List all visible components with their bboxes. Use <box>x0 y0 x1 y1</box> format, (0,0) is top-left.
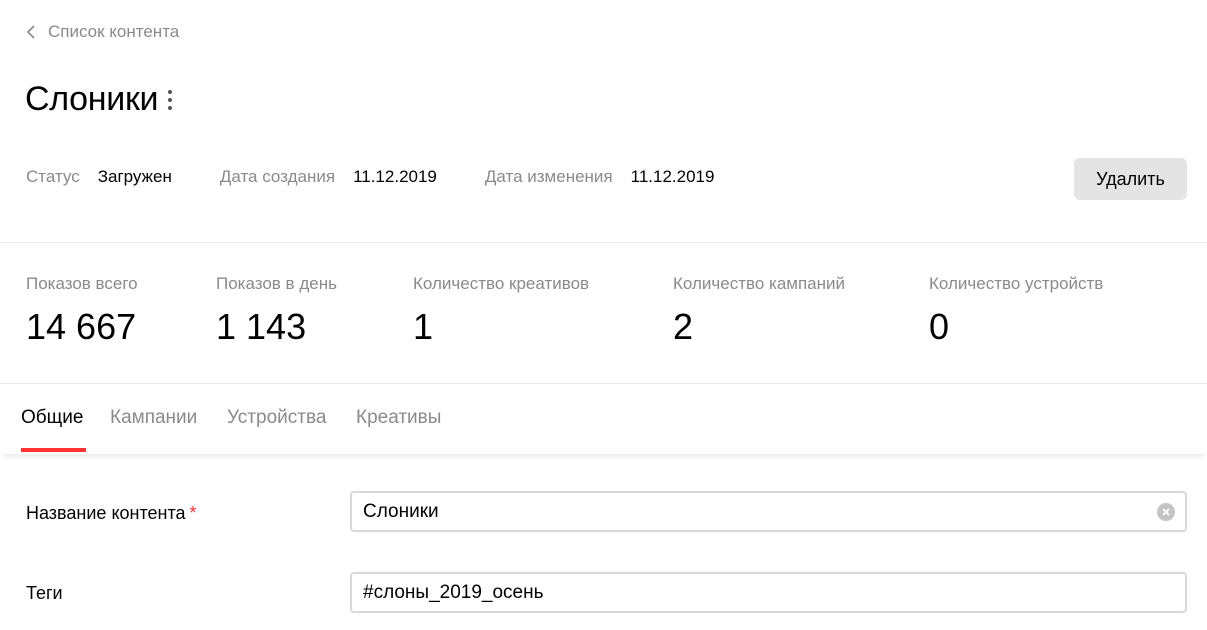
content-name-field[interactable] <box>350 491 1187 532</box>
stat-devices-count: Количество устройств 0 <box>929 274 1103 348</box>
tags-input[interactable] <box>363 581 1185 604</box>
created-date-value: 11.12.2019 <box>353 167 437 186</box>
content-name-input[interactable] <box>363 500 1185 523</box>
modified-date-label: Дата изменения <box>484 167 613 186</box>
clear-circle-icon[interactable] <box>1157 503 1175 521</box>
title-row: Слоники <box>25 80 176 119</box>
stat-value: 14 667 <box>26 306 137 347</box>
modified-date-value: 11.12.2019 <box>630 167 715 186</box>
stat-label: Количество устройств <box>929 274 1104 293</box>
back-link-label: Список контента <box>48 22 180 41</box>
kebab-menu-icon[interactable] <box>164 85 176 115</box>
stat-label: Количество креативов <box>413 274 590 293</box>
meta-row: Статус Загружен Дата создания 11.12.2019… <box>26 167 714 187</box>
tab-campaigns[interactable]: Кампании <box>110 407 197 429</box>
stat-label: Показов всего <box>26 274 138 293</box>
stat-value: 0 <box>929 306 950 347</box>
tab-general[interactable]: Общие <box>21 407 83 429</box>
stat-value: 1 <box>413 306 434 347</box>
stat-campaigns-count: Количество кампаний 2 <box>673 274 845 348</box>
delete-button[interactable]: Удалить <box>1074 158 1187 200</box>
stat-total-impressions: Показов всего 14 667 <box>26 274 138 348</box>
tab-bar: Общие Кампании Устройства Креативы <box>0 385 1207 454</box>
page-title: Слоники <box>25 80 159 118</box>
status-value: Загружен <box>97 167 172 186</box>
stat-label: Количество кампаний <box>673 274 846 293</box>
status-label: Статус <box>26 167 80 186</box>
tab-creatives[interactable]: Креативы <box>356 407 441 429</box>
content-name-label: Название контента * <box>26 503 197 524</box>
back-link[interactable]: Список контента <box>26 20 179 44</box>
stat-value: 1 143 <box>216 306 307 347</box>
stat-daily-impressions: Показов в день 1 143 <box>216 274 337 348</box>
divider <box>0 383 1207 384</box>
tags-field[interactable] <box>350 572 1187 613</box>
stat-creatives-count: Количество креативов 1 <box>413 274 589 348</box>
stat-value: 2 <box>673 306 694 347</box>
chevron-left-icon <box>26 20 40 44</box>
divider <box>0 242 1207 243</box>
content-name-label-text: Название контента <box>26 503 186 523</box>
required-mark: * <box>189 503 197 523</box>
active-tab-indicator <box>21 448 86 452</box>
tags-label: Теги <box>26 583 63 603</box>
created-date-label: Дата создания <box>219 167 336 186</box>
tab-devices[interactable]: Устройства <box>227 407 326 429</box>
stat-label: Показов в день <box>216 274 337 293</box>
